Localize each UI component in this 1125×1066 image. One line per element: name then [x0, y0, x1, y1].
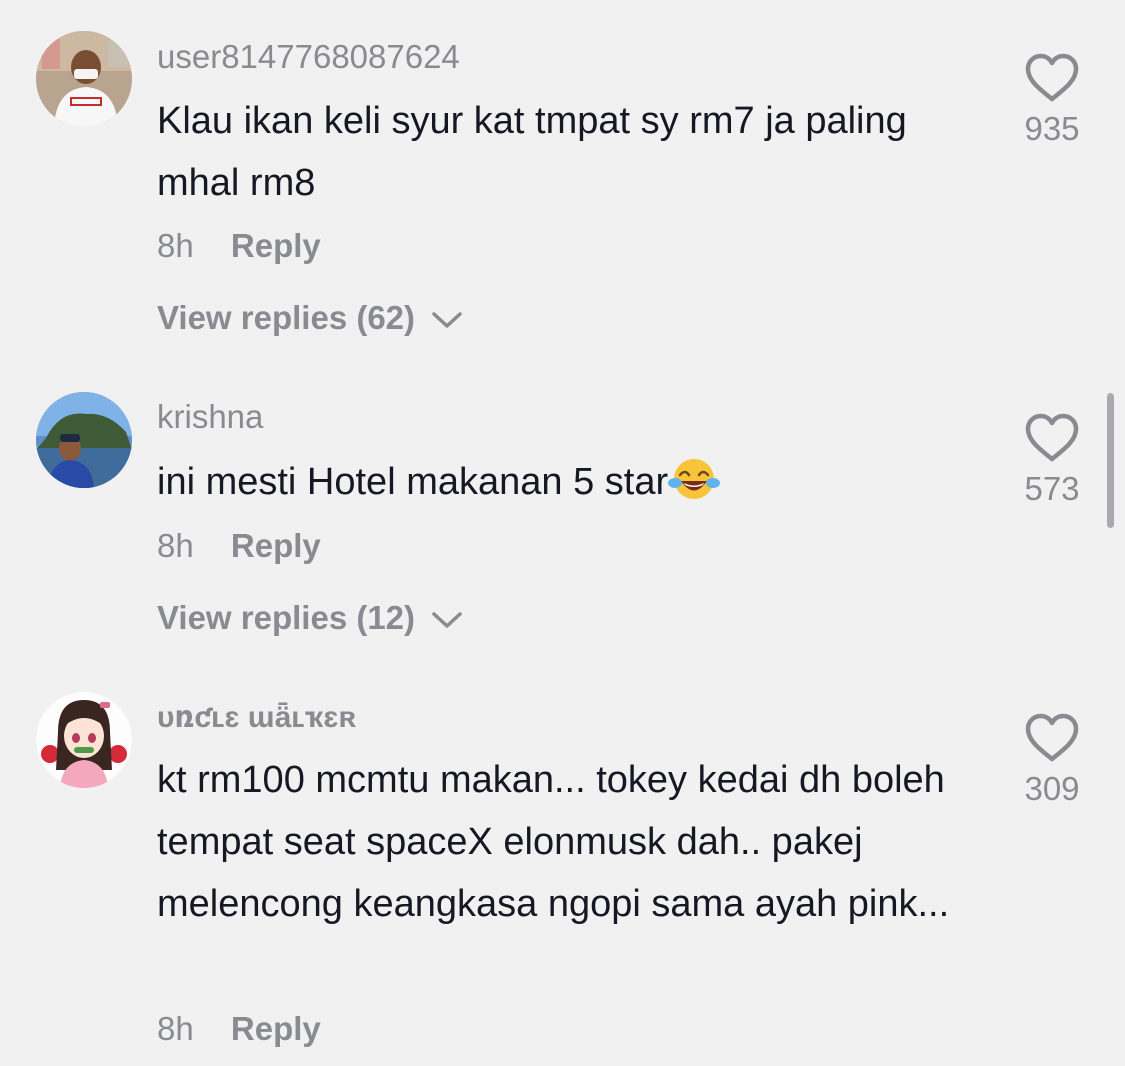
like-count: 935 [1024, 110, 1080, 147]
reply-button[interactable]: Reply [231, 227, 321, 264]
view-replies-button[interactable]: View replies (62) [157, 299, 464, 337]
avatar[interactable] [36, 692, 132, 788]
reply-button[interactable]: Reply [231, 527, 321, 564]
user-avatar-icon [36, 392, 132, 488]
heart-icon [1025, 413, 1079, 462]
avatar[interactable] [36, 392, 132, 488]
comment-username[interactable]: user8147768087624 [157, 38, 460, 76]
comment-username[interactable]: krishna [157, 398, 263, 436]
comment-meta: 8h Reply [157, 527, 321, 565]
comment-time: 8h [157, 527, 194, 564]
comment-text-content: ini mesti Hotel makanan 5 star [157, 461, 669, 503]
comments-panel: user8147768087624 Klau ikan keli syur ka… [0, 0, 1125, 1066]
view-replies-label: View replies (12) [157, 599, 416, 636]
avatar[interactable] [36, 31, 132, 127]
face-with-tears-of-joy-icon [668, 459, 721, 499]
comment-username[interactable]: ᴜռƈʟɛ ɯǟʟҡɛʀ [157, 700, 356, 735]
like-count: 573 [1024, 470, 1080, 507]
like-button[interactable]: 573 [1010, 412, 1094, 508]
like-count: 309 [1024, 770, 1080, 807]
view-replies-button[interactable]: View replies (12) [157, 599, 464, 637]
heart-icon [1025, 53, 1079, 102]
comment-meta: 8h Reply [157, 1010, 321, 1048]
comment-text: kt rm100 mcmtu makan... tokey kedai dh b… [157, 759, 950, 925]
chevron-down-icon [432, 312, 462, 329]
like-button[interactable]: 935 [1010, 52, 1094, 148]
comment-meta: 8h Reply [157, 227, 321, 265]
chevron-down-icon [432, 612, 462, 629]
scrollbar[interactable] [1107, 393, 1114, 528]
heart-icon [1025, 713, 1079, 762]
comment-text: ini mesti Hotel makanan 5 star [157, 451, 977, 513]
comment-time: 8h [157, 227, 194, 264]
comment-text: Klau ikan keli syur kat tmpat sy rm7 ja … [157, 100, 907, 204]
like-button[interactable]: 309 [1010, 712, 1094, 808]
comment-time: 8h [157, 1010, 194, 1047]
reply-button[interactable]: Reply [231, 1010, 321, 1047]
user-avatar-icon [36, 31, 132, 127]
view-replies-label: View replies (62) [157, 299, 416, 336]
user-avatar-icon [36, 692, 132, 788]
